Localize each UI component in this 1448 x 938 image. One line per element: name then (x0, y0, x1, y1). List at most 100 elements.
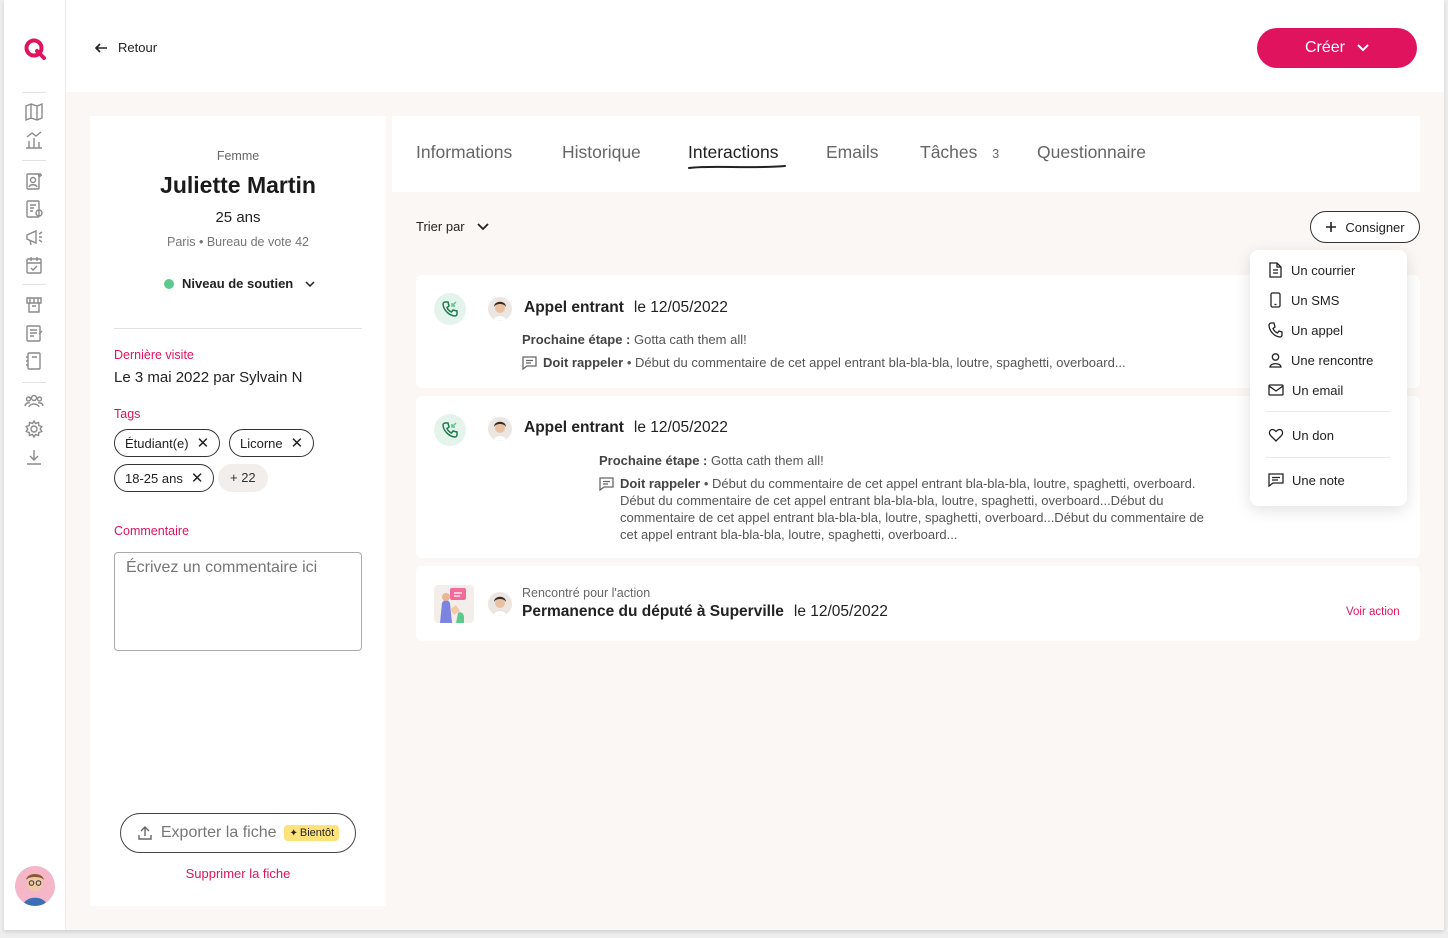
tab-emails[interactable]: Emails (826, 142, 879, 163)
action-name: Permanence du député à Superville (522, 603, 784, 620)
menu-item-label: Une rencontre (1291, 352, 1374, 368)
tab-count: 3 (992, 147, 1000, 161)
profile-panel: Femme Juliette Martin 25 ans Paris • Bur… (90, 116, 386, 906)
tag-chip: 18-25 ans ✕ (114, 464, 215, 492)
remove-tag-icon[interactable]: ✕ (197, 436, 210, 451)
arrow-left-icon (94, 41, 108, 55)
back-link[interactable]: Retour (94, 40, 157, 55)
next-step: Prochaine étape : Gotta cath them all! (522, 331, 747, 348)
action-date: le 12/05/2022 (793, 603, 888, 620)
comment-label: Doit rappeler (620, 476, 701, 491)
clipboard-edit-icon[interactable] (24, 323, 44, 343)
support-level-select[interactable]: Niveau de soutien (164, 276, 315, 291)
comment-line: Doit rappeler • Début du commentaire de … (599, 475, 1260, 543)
tab-historique[interactable]: Historique (562, 142, 641, 163)
tag-label: Licorne (240, 435, 283, 451)
chart-icon[interactable] (24, 130, 44, 150)
sparkle-icon: ✦ (289, 827, 298, 839)
comment-icon (599, 477, 614, 491)
app-window: Retour Créer Femme Juliette Martin 25 an… (4, 0, 1444, 930)
action-title: Permanence du député à Superville le 12/0… (522, 603, 888, 621)
menu-item-courrier[interactable]: Un courrier (1268, 262, 1355, 278)
next-step: Prochaine étape : Gotta cath them all! (599, 452, 824, 469)
list-settings-icon[interactable] (24, 199, 44, 219)
calendar-check-icon[interactable] (24, 255, 44, 275)
chevron-down-icon (477, 222, 489, 231)
comment-icon (522, 356, 537, 370)
tab-interactions[interactable]: Interactions (688, 142, 786, 169)
back-label: Retour (118, 40, 158, 55)
phone-device-icon (1268, 292, 1283, 308)
remove-tag-icon[interactable]: ✕ (191, 471, 204, 486)
menu-item-label: Un courrier (1291, 262, 1356, 278)
menu-divider (1266, 411, 1390, 412)
delete-link[interactable]: Supprimer la fiche (90, 866, 386, 881)
export-label: Exporter la fiche (160, 824, 277, 841)
author-avatar (488, 297, 512, 321)
plus-icon (1325, 221, 1337, 233)
view-action-link[interactable]: Voir action (1346, 606, 1400, 618)
tab-label: Emails (826, 142, 879, 162)
download-icon[interactable] (24, 447, 44, 467)
profile-divider (114, 328, 362, 329)
notebook-icon[interactable] (24, 351, 44, 371)
next-step-label: Prochaine étape : (599, 453, 708, 468)
menu-item-email[interactable]: Un email (1268, 382, 1343, 398)
sidebar (4, 0, 66, 930)
team-icon[interactable] (24, 391, 44, 411)
comment-text: • Début du commentaire de cet appel entr… (626, 355, 1126, 370)
tab-taches[interactable]: Tâches 3 (920, 142, 999, 163)
gear-icon[interactable] (24, 419, 44, 439)
megaphone-icon[interactable] (24, 227, 44, 247)
app-logo[interactable] (23, 37, 47, 61)
tab-informations[interactable]: Informations (416, 142, 512, 163)
heart-icon (1268, 427, 1284, 443)
log-label: Consigner (1345, 219, 1405, 235)
soon-badge: ✦ Bientôt (284, 825, 340, 841)
gender-label: Femme (216, 149, 260, 163)
document-icon (1268, 262, 1283, 278)
next-step-label: Prochaine étape : (522, 332, 631, 347)
tab-bar: Informations Historique Interactions Ema… (392, 116, 1420, 192)
action-illustration (434, 585, 474, 623)
contact-add-icon[interactable] (24, 171, 44, 191)
interaction-type: Appel entrant (524, 299, 624, 316)
remove-tag-icon[interactable]: ✕ (291, 436, 304, 451)
create-button[interactable]: Créer (1257, 28, 1417, 68)
user-avatar[interactable] (15, 866, 55, 906)
last-visit-label: Dernière visite (114, 348, 194, 362)
create-label: Créer (1304, 39, 1345, 56)
menu-item-label: Un email (1292, 382, 1344, 398)
sort-dropdown[interactable]: Trier par (416, 219, 489, 234)
sidebar-divider (22, 92, 46, 93)
interaction-type: Appel entrant (524, 419, 624, 436)
tags-label: Tags (114, 407, 141, 421)
export-button[interactable]: Exporter la fiche ✦ Bientôt (120, 813, 356, 853)
menu-item-sms[interactable]: Un SMS (1268, 292, 1339, 308)
comment-input[interactable] (114, 552, 362, 651)
tab-label: Questionnaire (1037, 142, 1146, 162)
incoming-call-icon (434, 293, 466, 325)
menu-item-don[interactable]: Un don (1268, 427, 1334, 443)
support-status-dot (164, 278, 174, 289)
action-subtitle: Rencontré pour l'action (522, 586, 651, 600)
log-interaction-button[interactable]: Consigner (1310, 211, 1420, 243)
interaction-title: Appel entrant le 12/05/2022 (524, 299, 728, 317)
menu-item-rencontre[interactable]: Une rencontre (1268, 352, 1373, 368)
menu-item-label: Un SMS (1291, 292, 1340, 308)
comment-label: Commentaire (114, 524, 190, 538)
comment-text: • Début du commentaire de cet appel entr… (703, 476, 1196, 491)
next-step-value: Gotta cath them all! (634, 332, 747, 347)
menu-item-note[interactable]: Une note (1268, 472, 1345, 488)
contact-location: Paris • Bureau de vote 42 (167, 235, 309, 249)
tag-chip: Licorne ✕ (229, 429, 315, 457)
more-tags-chip[interactable]: + 22 (218, 464, 268, 492)
menu-item-appel[interactable]: Un appel (1268, 322, 1343, 338)
tab-label: Historique (562, 142, 641, 162)
map-icon[interactable] (24, 102, 44, 122)
store-icon[interactable] (24, 295, 44, 315)
tab-questionnaire[interactable]: Questionnaire (1037, 142, 1146, 163)
action-card[interactable]: Rencontré pour l'action Permanence du dé… (416, 566, 1420, 641)
tab-label: Interactions (688, 142, 779, 162)
comment-line: Doit rappeler • Début du commentaire de … (522, 354, 1126, 371)
